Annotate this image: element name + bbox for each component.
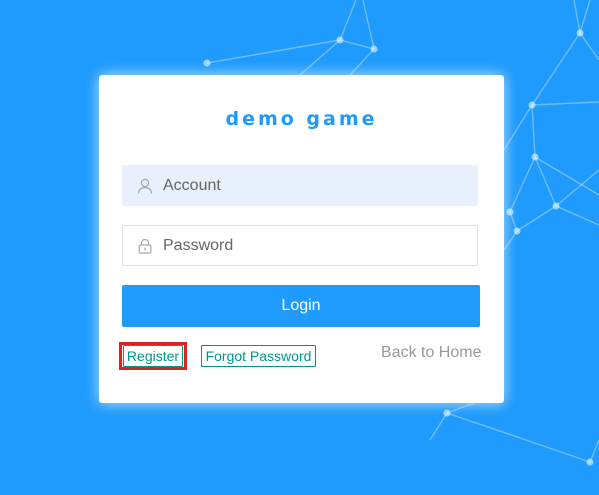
page-title: demo game	[225, 108, 378, 130]
login-button[interactable]: Login	[122, 285, 480, 327]
forgot-password-link[interactable]: Forgot Password	[201, 345, 316, 367]
user-icon	[137, 178, 153, 194]
account-placeholder: Account	[163, 177, 221, 194]
password-field[interactable]: Password	[122, 225, 478, 266]
login-card: demo game Account Password Login Registe…	[99, 75, 504, 403]
login-page: demo game Account Password Login Registe…	[0, 0, 599, 495]
back-to-home-link[interactable]: Back to Home	[381, 344, 481, 362]
register-link[interactable]: Register	[123, 345, 183, 367]
password-placeholder: Password	[163, 237, 234, 254]
lock-icon	[137, 238, 153, 254]
account-field[interactable]: Account	[122, 165, 478, 206]
